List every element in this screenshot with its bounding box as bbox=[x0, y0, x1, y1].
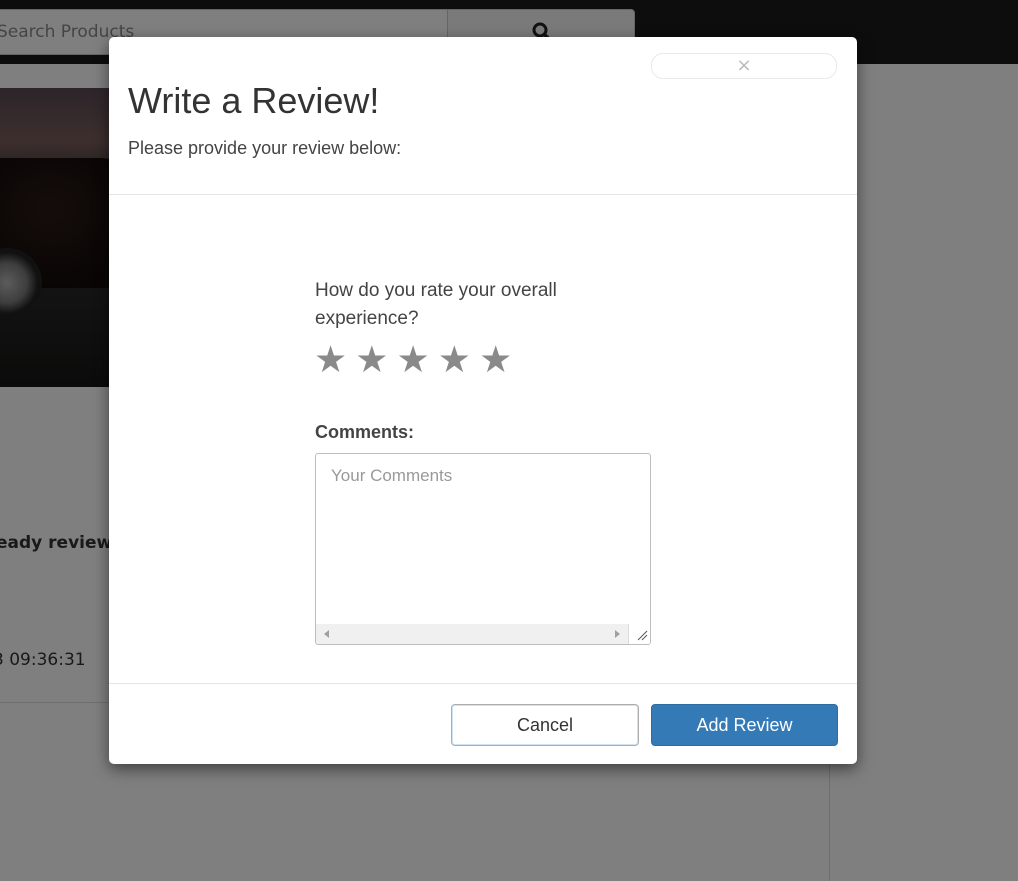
close-button[interactable]: × bbox=[651, 53, 837, 79]
modal-title: Write a Review! bbox=[128, 80, 380, 121]
comments-box bbox=[315, 453, 651, 645]
comments-label: Comments: bbox=[315, 422, 415, 442]
scroll-right-icon[interactable] bbox=[615, 630, 620, 638]
star-icon-5[interactable]: ★ bbox=[479, 340, 512, 380]
add-review-button[interactable]: Add Review bbox=[651, 704, 838, 746]
resize-grip-icon bbox=[637, 630, 648, 641]
star-icon-4[interactable]: ★ bbox=[438, 340, 471, 380]
close-icon: × bbox=[736, 55, 752, 76]
comments-textarea[interactable] bbox=[316, 454, 650, 624]
star-icon-3[interactable]: ★ bbox=[397, 340, 430, 380]
star-icon-1[interactable]: ★ bbox=[314, 340, 347, 380]
write-review-modal: × Write a Review! Please provide your re… bbox=[109, 37, 857, 764]
scroll-left-icon[interactable] bbox=[324, 630, 329, 638]
cancel-button[interactable]: Cancel bbox=[451, 704, 639, 746]
horizontal-scrollbar[interactable] bbox=[316, 624, 628, 644]
star-rating: ★ ★ ★ ★ ★ bbox=[314, 340, 515, 380]
star-icon-2[interactable]: ★ bbox=[355, 340, 388, 380]
modal-subtitle: Please provide your review below: bbox=[128, 138, 402, 158]
modal-footer: Cancel Add Review bbox=[109, 683, 857, 765]
resize-handle[interactable] bbox=[628, 624, 650, 644]
rating-question: How do you rate your overall experience? bbox=[315, 280, 557, 329]
modal-header: × Write a Review! Please provide your re… bbox=[109, 37, 857, 195]
